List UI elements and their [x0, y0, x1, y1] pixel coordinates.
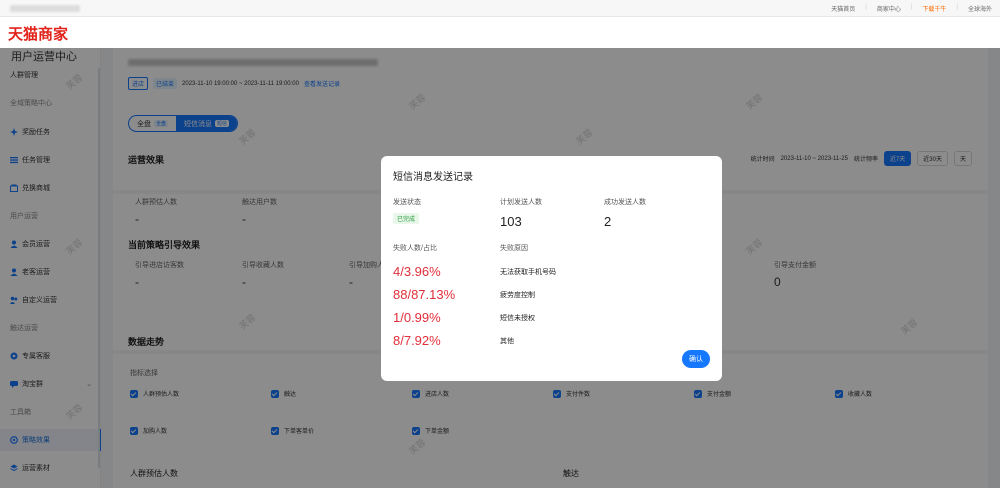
blurred-account	[10, 5, 80, 12]
top-link-download[interactable]: 下载千牛	[922, 4, 946, 13]
fail-reason-2: 疲劳度控制	[500, 292, 535, 299]
status-badge: 已完成	[393, 213, 420, 224]
top-link-global[interactable]: 全球海外	[968, 4, 992, 13]
fail-label: 失败人数/占比	[393, 245, 437, 252]
success-label: 成功发送人数	[604, 199, 646, 206]
top-link-center[interactable]: 商家中心	[877, 4, 901, 13]
dialog-title: 短信消息发送记录	[393, 172, 473, 183]
top-link-home[interactable]: 天猫首页	[831, 4, 855, 13]
planned-value: 103	[500, 214, 522, 229]
success-value: 2	[604, 214, 612, 229]
fail-reason-1: 无法获取手机号码	[500, 269, 556, 276]
fail-value-4: 8/7.92%	[393, 333, 441, 348]
fail-reason-4: 其他	[500, 338, 514, 345]
status-label: 发送状态	[393, 199, 421, 206]
brand-bar: 天猫商家	[0, 17, 1000, 48]
planned-label: 计划发送人数	[500, 199, 542, 206]
reason-label: 失败原因	[500, 245, 528, 252]
top-links: 天猫首页 | 商家中心 | 下载千牛 | 全球海外	[831, 4, 992, 13]
fail-value-3: 1/0.99%	[393, 310, 441, 325]
fail-reason-3: 短信未授权	[500, 315, 535, 322]
fail-value-1: 4/3.96%	[393, 264, 441, 279]
confirm-button[interactable]: 确认	[682, 350, 710, 368]
fail-value-2: 88/87.13%	[393, 287, 456, 302]
brand-logo[interactable]: 天猫商家	[8, 23, 68, 44]
sms-send-record-dialog: 短信消息发送记录 发送状态 已完成 计划发送人数 103 成功发送人数 2 失败…	[381, 156, 722, 381]
top-bar: 天猫首页 | 商家中心 | 下载千牛 | 全球海外	[0, 0, 1000, 17]
